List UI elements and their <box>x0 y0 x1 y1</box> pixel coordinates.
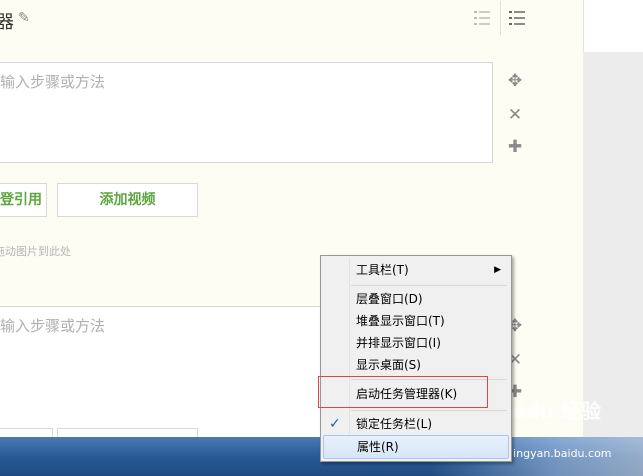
drag-image-hint: 拖动图片到此处 <box>0 245 71 258</box>
menu-item-properties-label: 属性(R) <box>357 440 399 454</box>
menu-item-lock-taskbar[interactable]: ✓ 锁定任务栏(L) <box>323 413 509 435</box>
submenu-arrow-icon: ▶ <box>494 265 501 275</box>
close-icon[interactable]: ✕ <box>505 105 525 125</box>
toolbar-divider <box>500 1 501 35</box>
step-input-1-placeholder: 输入步骤或方法 <box>0 73 106 91</box>
checkmark-icon: ✓ <box>329 416 341 432</box>
right-panel-top <box>583 0 643 52</box>
taskbar-context-menu: 工具栏(T) ▶ 层叠窗口(D) 堆叠显示窗口(T) 并排显示窗口(I) 显示桌… <box>320 255 512 462</box>
menu-separator <box>351 285 507 286</box>
bullet-list-icon[interactable] <box>508 9 526 27</box>
add-video-button[interactable]: 添加视频 <box>57 183 198 217</box>
annotation-highlight-box <box>318 376 488 408</box>
menu-item-show-desktop[interactable]: 显示桌面(S) <box>323 354 509 376</box>
menu-item-lock-taskbar-label: 锁定任务栏(L) <box>356 417 433 431</box>
menu-item-side-by-side[interactable]: 并排显示窗口(I) <box>323 332 509 354</box>
step-input-1[interactable]: 输入步骤或方法 <box>0 62 493 163</box>
move-icon[interactable]: ✥ <box>505 71 525 91</box>
menu-separator <box>351 410 507 411</box>
menu-item-toolbars-label: 工具栏(T) <box>356 263 409 277</box>
menu-item-toolbars[interactable]: 工具栏(T) ▶ <box>323 259 509 281</box>
menu-item-cascade[interactable]: 层叠窗口(D) <box>323 288 509 310</box>
page-title-fragment: 器 <box>0 12 14 33</box>
menu-item-cascade-label: 层叠窗口(D) <box>356 292 423 306</box>
quote-button[interactable]: 登引用 <box>0 183 47 217</box>
baidu-watermark-url: jingyan.baidu.com <box>510 447 612 460</box>
menu-item-show-desktop-label: 显示桌面(S) <box>356 358 421 372</box>
menu-item-stacked[interactable]: 堆叠显示窗口(T) <box>323 310 509 332</box>
step-input-2-placeholder: 输入步骤或方法 <box>0 317 106 335</box>
menu-item-stacked-label: 堆叠显示窗口(T) <box>356 314 445 328</box>
numbered-list-icon[interactable] <box>473 9 491 27</box>
menu-item-side-by-side-label: 并排显示窗口(I) <box>356 336 441 350</box>
plus-icon[interactable]: ✚ <box>505 137 525 157</box>
menu-item-properties[interactable]: 属性(R) <box>323 435 509 459</box>
edit-pencil-icon[interactable]: ✎ <box>18 10 30 26</box>
